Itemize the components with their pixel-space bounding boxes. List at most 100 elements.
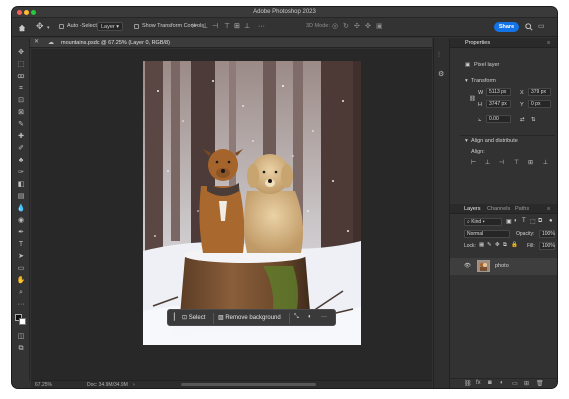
zoom-tool-icon[interactable]: ⌕ bbox=[16, 288, 26, 297]
eraser-tool-icon[interactable]: ◧ bbox=[16, 180, 26, 189]
fill-field[interactable]: 100% bbox=[539, 242, 555, 250]
tab-layers[interactable]: Layers bbox=[464, 206, 481, 212]
tab-channels[interactable]: Channels bbox=[487, 206, 510, 212]
hand-tool-icon[interactable]: ✋ bbox=[16, 276, 26, 285]
status-chevron-icon[interactable]: › bbox=[133, 382, 135, 388]
angle-field[interactable]: 0.00 bbox=[486, 115, 511, 123]
3d-slide-icon[interactable]: ✜ bbox=[365, 23, 371, 30]
align-top-edges-icon[interactable]: ⊤ bbox=[512, 159, 521, 166]
lock-all-icon[interactable]: 🔒 bbox=[511, 242, 518, 248]
transform-icon[interactable]: ⤡ bbox=[294, 314, 299, 321]
flip-vertical-icon[interactable]: ⇅ bbox=[531, 117, 536, 123]
filter-smart-object-icon[interactable]: ⧉ bbox=[538, 218, 542, 225]
layer-filter-dropdown[interactable]: ⌕ Kind ▾ bbox=[464, 218, 502, 226]
document-tab[interactable]: ✕ ☁ mountains.psdc @ 67.25% (Layer 0, RG… bbox=[30, 38, 432, 48]
lock-position-icon[interactable]: ✥ bbox=[495, 242, 500, 248]
quick-mask-icon[interactable]: ◫ bbox=[16, 332, 26, 341]
select-subject-button[interactable]: ⊡ Select bbox=[182, 314, 205, 321]
auto-select-checkbox[interactable] bbox=[59, 24, 64, 29]
gradient-tool-icon[interactable]: ▤ bbox=[16, 192, 26, 201]
healing-brush-tool-icon[interactable]: ✚ bbox=[16, 132, 26, 141]
eyedropper-tool-icon[interactable]: ✎ bbox=[16, 120, 26, 129]
y-field[interactable]: 0 px bbox=[528, 100, 551, 108]
layer-row[interactable]: 👁 photo bbox=[450, 258, 557, 275]
3d-orbit-icon[interactable]: ◎ bbox=[332, 23, 338, 30]
search-icon[interactable] bbox=[525, 23, 533, 33]
workspace-icon[interactable]: ▭ bbox=[538, 23, 545, 30]
tab-properties[interactable]: Properties bbox=[465, 40, 490, 46]
brush-tool-icon[interactable]: ✐ bbox=[16, 144, 26, 153]
document-size[interactable]: Doc: 34.9M/34.9M bbox=[87, 382, 128, 388]
move-tool-icon[interactable]: ✥ bbox=[16, 48, 26, 57]
transform-chevron-icon[interactable]: ▾ bbox=[465, 78, 468, 84]
object-select-tool-icon[interactable]: ⌗ bbox=[16, 84, 26, 93]
panel-menu-icon[interactable]: ≡ bbox=[547, 40, 550, 46]
align-top-icon[interactable]: ⊤ bbox=[224, 23, 230, 30]
3d-pan-icon[interactable]: ✣ bbox=[354, 23, 360, 30]
lasso-tool-icon[interactable]: ꝏ bbox=[16, 72, 26, 81]
align-middle-icon[interactable]: ⊞ bbox=[234, 23, 240, 30]
align-horizontal-centers-icon[interactable]: ⊥ bbox=[483, 159, 492, 166]
width-field[interactable]: 5113 px bbox=[486, 88, 511, 96]
filter-pixel-icon[interactable]: ▣ bbox=[506, 218, 512, 225]
adjustment-icon[interactable]: ◐ bbox=[308, 314, 312, 320]
screen-mode-icon[interactable]: ⧉ bbox=[16, 344, 26, 353]
close-tab-icon[interactable]: ✕ bbox=[34, 39, 39, 46]
3d-scale-icon[interactable]: ▣ bbox=[376, 23, 383, 30]
lock-transparent-icon[interactable]: ▦ bbox=[479, 242, 484, 248]
align-bottom-edges-icon[interactable]: ⊥ bbox=[541, 159, 550, 166]
background-color-swatch[interactable] bbox=[19, 318, 26, 325]
align-bottom-icon[interactable]: ⊥ bbox=[244, 23, 250, 30]
filter-toggle-icon[interactable]: ● bbox=[549, 218, 553, 224]
remove-background-button[interactable]: ▨ Remove background bbox=[218, 314, 281, 321]
chevron-down-icon[interactable]: ▾ bbox=[47, 25, 50, 32]
adjustments-panel-icon[interactable]: ⚙ bbox=[438, 71, 444, 78]
horizontal-scrollbar[interactable] bbox=[181, 383, 316, 386]
share-button[interactable]: Share bbox=[494, 22, 519, 32]
more-options-button[interactable]: ··· bbox=[321, 314, 327, 320]
history-brush-tool-icon[interactable]: ✑ bbox=[16, 168, 26, 177]
canvas-photo[interactable] bbox=[143, 61, 361, 345]
dodge-tool-icon[interactable]: ◉ bbox=[16, 216, 26, 225]
align-chevron-icon[interactable]: ▾ bbox=[465, 138, 468, 144]
link-layers-icon[interactable]: ⛓ bbox=[464, 380, 472, 387]
history-panel-icon[interactable]: ⫶ bbox=[438, 52, 440, 59]
rectangle-tool-icon[interactable]: ▭ bbox=[16, 264, 26, 273]
visibility-eye-icon[interactable]: 👁 bbox=[464, 263, 471, 269]
x-field[interactable]: 379 px bbox=[528, 88, 551, 96]
flip-horizontal-icon[interactable]: ⇄ bbox=[520, 117, 525, 123]
new-group-icon[interactable]: ▭ bbox=[512, 380, 518, 387]
filter-adjustment-icon[interactable]: ◐ bbox=[514, 218, 518, 224]
align-vertical-centers-icon[interactable]: ⊞ bbox=[526, 159, 535, 166]
show-transform-checkbox[interactable] bbox=[134, 24, 139, 29]
blend-mode-dropdown[interactable]: Normal bbox=[464, 230, 510, 238]
more-tools-icon[interactable]: ··· bbox=[16, 300, 26, 309]
panel-menu-icon[interactable]: ≡ bbox=[547, 206, 550, 212]
type-tool-icon[interactable]: T bbox=[16, 240, 26, 249]
drag-handle-icon[interactable]: ▏ bbox=[174, 313, 179, 321]
align-right-icon[interactable]: ⊣ bbox=[212, 23, 218, 30]
lock-artboard-icon[interactable]: ⧉ bbox=[503, 242, 507, 249]
align-right-edges-icon[interactable]: ⊣ bbox=[497, 159, 506, 166]
3d-roll-icon[interactable]: ↻ bbox=[343, 23, 349, 30]
align-left-edges-icon[interactable]: ⊢ bbox=[469, 159, 478, 166]
align-center-icon[interactable]: ⊥ bbox=[202, 23, 208, 30]
filter-type-icon[interactable]: T bbox=[522, 218, 526, 224]
new-layer-icon[interactable]: ⊞ bbox=[524, 380, 529, 387]
blur-tool-icon[interactable]: 💧 bbox=[16, 204, 26, 213]
new-adjustment-layer-icon[interactable]: ◐ bbox=[500, 380, 504, 386]
frame-tool-icon[interactable]: ⊠ bbox=[16, 108, 26, 117]
delete-layer-icon[interactable]: 🗑 bbox=[536, 380, 544, 387]
filter-shape-icon[interactable]: ⬚ bbox=[530, 218, 536, 225]
crop-tool-icon[interactable]: ⊡ bbox=[16, 96, 26, 105]
add-mask-icon[interactable]: ◙ bbox=[488, 380, 492, 386]
zoom-level[interactable]: 67.25% bbox=[35, 382, 52, 388]
layer-style-icon[interactable]: fx bbox=[476, 380, 481, 386]
height-field[interactable]: 3747 px bbox=[486, 100, 511, 108]
home-icon[interactable] bbox=[18, 24, 26, 34]
path-select-tool-icon[interactable]: ➤ bbox=[16, 252, 26, 261]
opacity-field[interactable]: 100% bbox=[539, 230, 555, 238]
tab-paths[interactable]: Paths bbox=[515, 206, 529, 212]
link-icon[interactable]: ⛓ bbox=[469, 96, 476, 102]
auto-select-dropdown[interactable]: Layer ▾ bbox=[97, 22, 124, 31]
